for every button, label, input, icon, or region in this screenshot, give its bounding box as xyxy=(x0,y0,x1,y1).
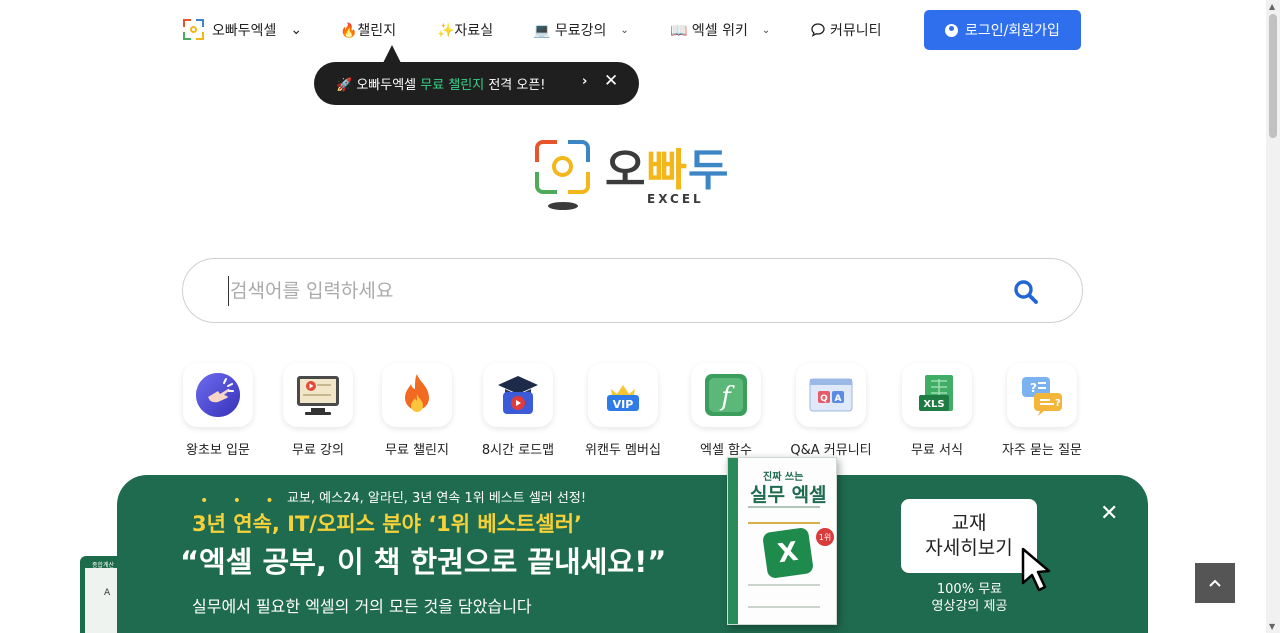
category-label: 무료 강의 xyxy=(292,443,344,458)
search-icon[interactable] xyxy=(1013,279,1039,305)
xls-file-icon: XLS xyxy=(902,363,972,427)
logo-char-1: 오 xyxy=(605,145,647,196)
svg-text:A: A xyxy=(835,394,842,404)
scroll-down-icon[interactable]: ▼ xyxy=(1269,622,1275,631)
side-card-cell: A xyxy=(104,588,111,598)
book-title: 실무 엑셀 xyxy=(750,484,827,506)
nav-excel-wiki-label: 📖 엑셀 위키 xyxy=(670,23,748,39)
scroll-up-icon[interactable]: ▲ xyxy=(1269,2,1275,11)
category-label: 위캔두 멤버십 xyxy=(585,443,661,458)
free-note-line-2: 영상강의 제공 xyxy=(931,599,1008,614)
svg-text:?: ? xyxy=(1055,398,1061,409)
nav-free-courses-label: 💻 무료강의 xyxy=(533,23,607,39)
page-scrollbar[interactable]: ▲ ▼ xyxy=(1266,0,1280,633)
free-video-note: 100% 무료 영상강의 제공 xyxy=(912,581,1027,615)
challenge-toast[interactable]: 🚀 오빠두엑셀 무료 챌린지 전격 오픈! › ✕ xyxy=(314,62,639,105)
user-icon xyxy=(945,23,959,37)
svg-text:XLS: XLS xyxy=(923,399,944,410)
nav-brand-label: 오빠두엑셀 xyxy=(212,22,277,39)
book-cover-image: 진짜 쓰는 실무 엑셀 X 1위 xyxy=(727,457,837,625)
toast-go-icon[interactable]: › xyxy=(582,74,587,89)
category-excel-function[interactable]: f 엑셀 함수 xyxy=(676,363,776,458)
toast-highlight: 무료 챌린지 xyxy=(420,78,485,93)
function-icon: f xyxy=(691,363,761,427)
pointing-hand-icon xyxy=(183,363,253,427)
banner-line-4: 실무에서 필요한 엑셀의 거의 모든 것을 담았습니다 xyxy=(192,597,532,616)
chevron-down-icon: ⌄ xyxy=(620,24,629,36)
qa-window-icon: QA xyxy=(796,363,866,427)
logo-char-3: 두 xyxy=(687,145,730,196)
category-roadmap[interactable]: 8시간 로드맵 xyxy=(468,363,568,458)
search-input[interactable] xyxy=(228,276,988,306)
svg-text:VIP: VIP xyxy=(613,398,634,411)
logo-char-2: 빠 xyxy=(646,145,688,196)
toast-prefix: 🚀 오빠두엑셀 xyxy=(336,78,421,93)
toast-close-icon[interactable]: ✕ xyxy=(604,71,618,91)
graduation-play-icon xyxy=(483,363,553,427)
excel-x-icon: X xyxy=(762,527,814,579)
svg-text:Q: Q xyxy=(820,394,828,404)
chevron-down-icon: ⌄ xyxy=(761,24,771,36)
spreadsheet-sheet xyxy=(85,568,120,633)
category-label: 자주 묻는 질문 xyxy=(1001,443,1083,458)
category-label: 무료 챌린지 xyxy=(385,443,449,458)
banner-line-1: 교보, 예스24, 알라딘, 3년 연속 1위 베스트 셀러 선정! xyxy=(287,491,587,506)
detail-label-1: 교재 xyxy=(951,512,987,534)
book-promo-banner[interactable]: • • • 교보, 예스24, 알라딘, 3년 연속 1위 베스트 셀러 선정!… xyxy=(117,457,1148,633)
monitor-video-icon xyxy=(283,363,353,427)
category-label: 무료 서식 xyxy=(911,443,963,458)
category-membership[interactable]: VIP 위캔두 멤버십 xyxy=(573,363,673,458)
main-logo[interactable]: 오빠두 EXCEL xyxy=(535,140,735,212)
login-label: 로그인/회원가입 xyxy=(965,23,1060,39)
toast-pointer xyxy=(383,45,401,63)
svg-text:?: ? xyxy=(1030,381,1037,395)
nav-item-free-courses[interactable]: 💻 무료강의 ⌄ xyxy=(533,20,629,40)
book-detail-button[interactable]: 교재 자세히보기 xyxy=(901,499,1037,573)
search-box xyxy=(182,258,1083,323)
category-label: 8시간 로드맵 xyxy=(481,443,555,458)
category-label: 엑셀 함수 xyxy=(700,443,752,458)
category-label: 왕초보 입문 xyxy=(186,443,250,458)
nav-brand-menu[interactable]: 오빠두엑셀 ⌄ xyxy=(183,19,302,40)
detail-label-2: 자세히보기 xyxy=(925,537,1013,559)
category-free-course[interactable]: 무료 강의 xyxy=(268,363,368,458)
faq-chat-icon: ?? xyxy=(1007,363,1077,427)
book-badge: 1위 xyxy=(816,528,834,546)
logo-subtitle: EXCEL xyxy=(647,192,704,206)
fire-icon xyxy=(382,363,452,427)
logo-title: 오빠두 xyxy=(605,134,729,198)
banner-close-icon[interactable]: ✕ xyxy=(1100,501,1118,526)
chat-bubble-icon xyxy=(811,23,825,37)
chevron-down-icon: ⌄ xyxy=(290,21,303,38)
nav-item-resources[interactable]: ✨자료실 xyxy=(437,20,493,40)
category-qa-community[interactable]: QA Q&A 커뮤니티 xyxy=(781,363,881,458)
banner-line-2: 3년 연속, IT/오피스 분야 ‘1위 베스트셀러’ xyxy=(192,512,582,536)
vip-crown-icon: VIP xyxy=(588,363,658,427)
nav-challenge-label: 🔥챌린지 xyxy=(340,23,397,39)
category-faq[interactable]: ?? 자주 묻는 질문 xyxy=(992,363,1092,458)
category-free-template[interactable]: XLS 무료 서식 xyxy=(887,363,987,458)
side-spreadsheet-preview: 종합계산 A xyxy=(80,556,120,633)
nav-item-community[interactable]: 커뮤니티 xyxy=(810,20,882,40)
category-label: Q&A 커뮤니티 xyxy=(790,443,872,458)
banner-line-3: “엑셀 공부, 이 책 한권으로 끝내세요!” xyxy=(180,545,667,579)
logo-base xyxy=(548,202,578,210)
scrollbar-thumb[interactable] xyxy=(1269,14,1277,138)
toast-suffix: 전격 오픈! xyxy=(484,78,546,93)
scroll-to-top-button[interactable] xyxy=(1195,563,1235,603)
free-note-line-1: 100% 무료 xyxy=(936,582,1003,597)
top-nav: 오빠두엑셀 ⌄ 🔥챌린지 ✨자료실 💻 무료강의 ⌄ 📖 엑셀 위키 ⌄ 커뮤니… xyxy=(0,0,1266,62)
nav-item-excel-wiki[interactable]: 📖 엑셀 위키 ⌄ xyxy=(670,20,770,40)
decorative-dots: • • • xyxy=(200,493,284,509)
chevron-up-icon xyxy=(1209,579,1221,587)
nav-resources-label: ✨자료실 xyxy=(437,23,494,39)
nav-item-challenge[interactable]: 🔥챌린지 xyxy=(340,20,396,40)
logo-mark-icon xyxy=(535,140,590,194)
login-signup-button[interactable]: 로그인/회원가입 xyxy=(924,10,1081,50)
category-beginner[interactable]: 왕초보 입문 xyxy=(168,363,268,458)
nav-community-label: 커뮤니티 xyxy=(830,23,882,39)
brand-logo-icon xyxy=(183,19,204,40)
category-free-challenge[interactable]: 무료 챌린지 xyxy=(367,363,467,458)
